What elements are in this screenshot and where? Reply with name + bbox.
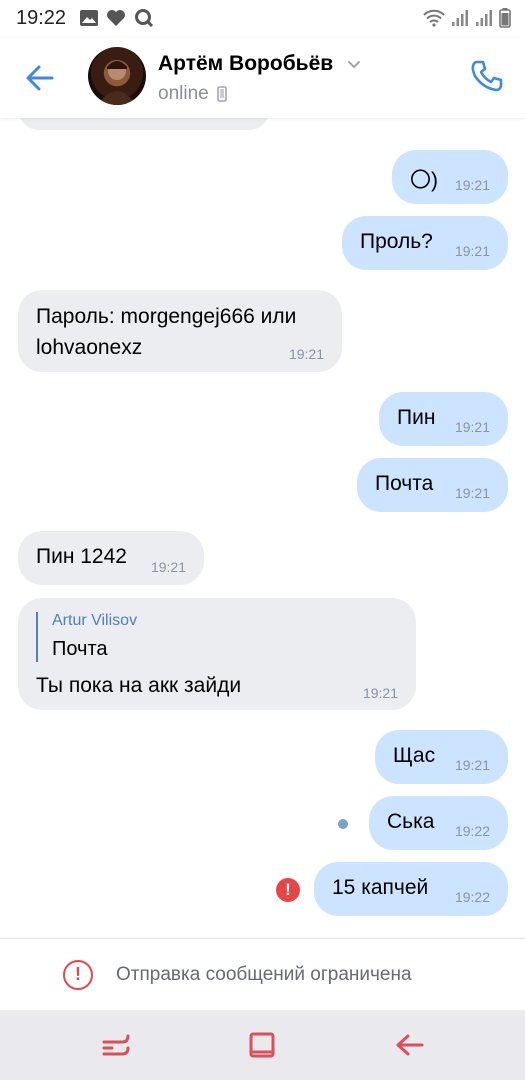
message-bubble-outgoing[interactable]: 15 капчей 19:22 — [314, 862, 508, 916]
status-bar: 19:22 — [0, 0, 525, 38]
phone-call-icon[interactable] — [469, 58, 505, 94]
back-icon[interactable] — [392, 1030, 426, 1060]
message-bubble-partial[interactable] — [18, 118, 270, 130]
messaging-restricted-banner: ! Отправка сообщений ограничена — [0, 938, 525, 1010]
message-time: 19:21 — [454, 485, 490, 501]
message-time: 19:21 — [454, 243, 490, 259]
home-icon[interactable] — [245, 1030, 279, 1060]
message-bubble-outgoing[interactable]: Ська 19:22 — [369, 796, 508, 850]
message-text: 15 капчей — [332, 876, 429, 899]
send-error-icon[interactable]: ! — [276, 878, 300, 902]
message-time: 19:21 — [454, 419, 490, 435]
contact-name[interactable]: Артём Воробьёв — [158, 52, 333, 76]
message-bubble-incoming[interactable]: Пароль: morgengej666 или lohvaonexz 19:2… — [18, 290, 342, 372]
back-arrow-icon[interactable] — [20, 58, 60, 98]
message-time: 19:21 — [362, 685, 398, 701]
restriction-text: Отправка сообщений ограничена — [116, 964, 412, 985]
battery-icon — [499, 8, 511, 28]
message-list[interactable]: 〇) 19:21 Проль? 19:21 Пароль: morgengej6… — [0, 118, 525, 938]
message-bubble-outgoing[interactable]: Почта 19:21 — [357, 458, 508, 512]
sending-indicator-dot — [338, 819, 348, 829]
message-time: 19:21 — [150, 559, 186, 575]
message-text: Ська — [387, 810, 435, 833]
message-text: 〇) — [410, 169, 438, 192]
heart-icon — [107, 10, 125, 26]
message-time: 19:21 — [454, 177, 490, 193]
message-bubble-incoming[interactable]: Пин 1242 19:21 — [18, 531, 204, 585]
recent-apps-icon[interactable] — [100, 1030, 134, 1060]
chevron-down-icon[interactable] — [347, 60, 361, 70]
image-icon — [80, 10, 98, 26]
message-bubble-outgoing[interactable]: Проль? 19:21 — [342, 216, 508, 270]
message-time: 19:21 — [288, 346, 324, 362]
wifi-icon — [423, 9, 445, 27]
message-time: 19:22 — [454, 823, 490, 839]
reply-quote-bar — [36, 612, 38, 662]
message-text: lohvaonexz — [36, 336, 143, 359]
avatar-image — [98, 61, 136, 105]
message-text: Пин 1242 — [36, 545, 127, 568]
message-bubble-outgoing[interactable]: Пин 19:21 — [379, 392, 508, 446]
contact-status: online — [158, 83, 227, 105]
signal-icon — [476, 10, 492, 26]
message-text: Пин — [397, 406, 436, 429]
message-text: Пароль: morgengej666 или — [36, 305, 297, 328]
signal-icon — [452, 10, 468, 26]
chat-header: Артём Воробьёв online — [0, 38, 525, 118]
status-time: 19:22 — [16, 7, 67, 29]
q-icon — [135, 9, 154, 28]
warning-circle-icon: ! — [63, 960, 93, 990]
reply-author[interactable]: Artur Vilisov — [52, 612, 137, 630]
message-text: Проль? — [360, 230, 433, 253]
message-text: Почта — [375, 472, 434, 495]
message-bubble-outgoing[interactable]: 〇) 19:21 — [392, 150, 508, 204]
message-time: 19:21 — [454, 757, 490, 773]
message-bubble-incoming-reply[interactable]: Artur Vilisov Почта Ты пока на акк зайди… — [18, 598, 416, 710]
message-time: 19:22 — [454, 889, 490, 905]
message-text: Щас — [393, 744, 436, 767]
message-text: Ты пока на акк зайди — [36, 674, 242, 697]
avatar[interactable] — [88, 47, 146, 105]
mobile-device-icon — [216, 86, 227, 102]
system-navigation-bar — [0, 1010, 525, 1080]
message-bubble-outgoing[interactable]: Щас 19:21 — [375, 730, 508, 784]
reply-quoted-text[interactable]: Почта — [52, 638, 108, 661]
online-status-text: online — [158, 83, 209, 104]
